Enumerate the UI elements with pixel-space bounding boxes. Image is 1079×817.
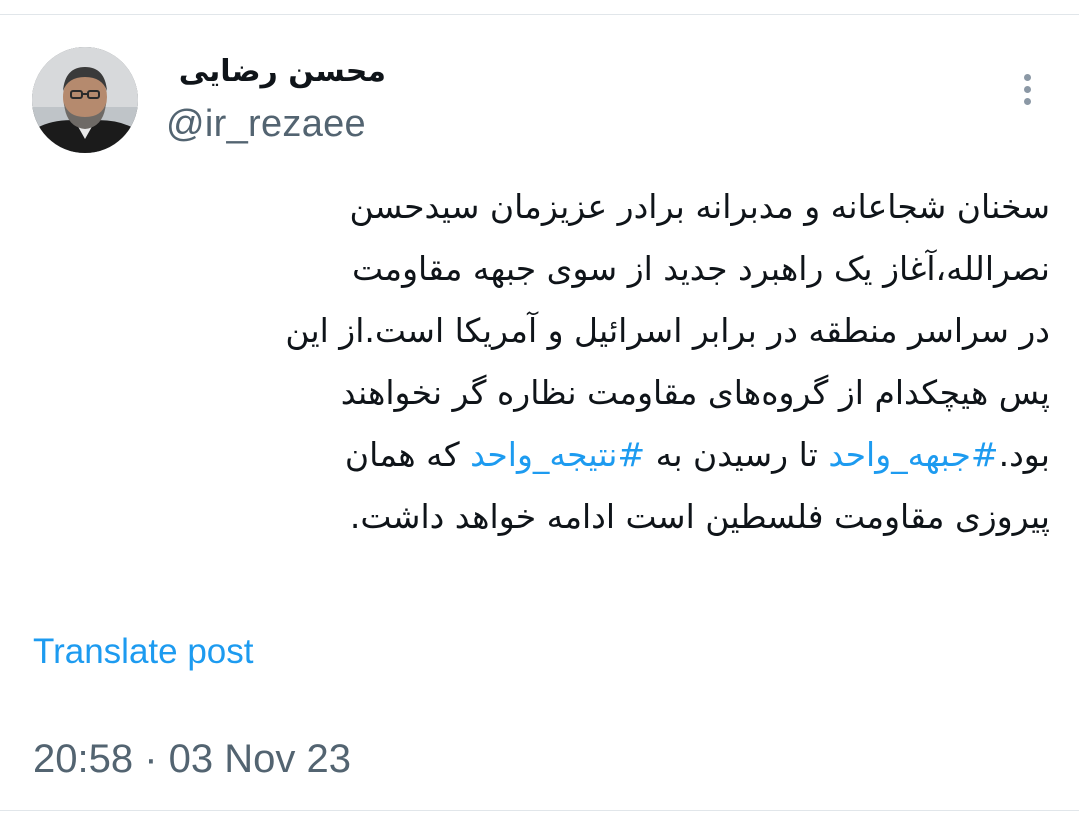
tweet-text-line: بود.#جبهه_واحد تا رسیدن به #نتیجه_واحد ک… xyxy=(30,424,1050,486)
tweet-text-segment: که همان xyxy=(344,435,471,474)
translate-post-link[interactable]: Translate post xyxy=(33,630,253,674)
tweet-text-segment: تا رسیدن به xyxy=(645,435,829,474)
tweet-text-line: پس هیچکدام از گروه‌های مقاومت نظاره گر ن… xyxy=(340,373,1050,412)
author-handle[interactable]: @ir_rezaee xyxy=(166,102,366,146)
tweet-text-line: در سراسر منطقه در برابر اسرائیل و آمریکا… xyxy=(285,311,1050,350)
top-divider xyxy=(0,14,1079,15)
author-display-name[interactable]: محسن رضایی xyxy=(166,50,386,94)
hashtag-link[interactable]: #جبهه_واحد xyxy=(828,435,998,474)
hashtag-link[interactable]: #نتیجه_واحد xyxy=(470,435,645,474)
tweet-text-line: نصرالله،آغاز یک راهبرد جدید از سوی جبهه … xyxy=(352,249,1050,288)
tweet-text-segment: بود. xyxy=(998,435,1050,474)
tweet-text: سخنان شجاعانه و مدبرانه برادر عزیزمان سی… xyxy=(30,176,1050,548)
tweet-text-line: سخنان شجاعانه و مدبرانه برادر عزیزمان سی… xyxy=(349,187,1050,226)
avatar[interactable] xyxy=(32,47,138,153)
tweet-timestamp[interactable]: 20:58 · 03 Nov 23 xyxy=(33,736,351,782)
avatar-image xyxy=(32,47,138,153)
tweet-text-line: پیروزی مقاومت فلسطین است ادامه خواهد داش… xyxy=(349,497,1050,536)
more-options-button[interactable] xyxy=(1010,70,1046,110)
bottom-divider xyxy=(0,810,1079,811)
